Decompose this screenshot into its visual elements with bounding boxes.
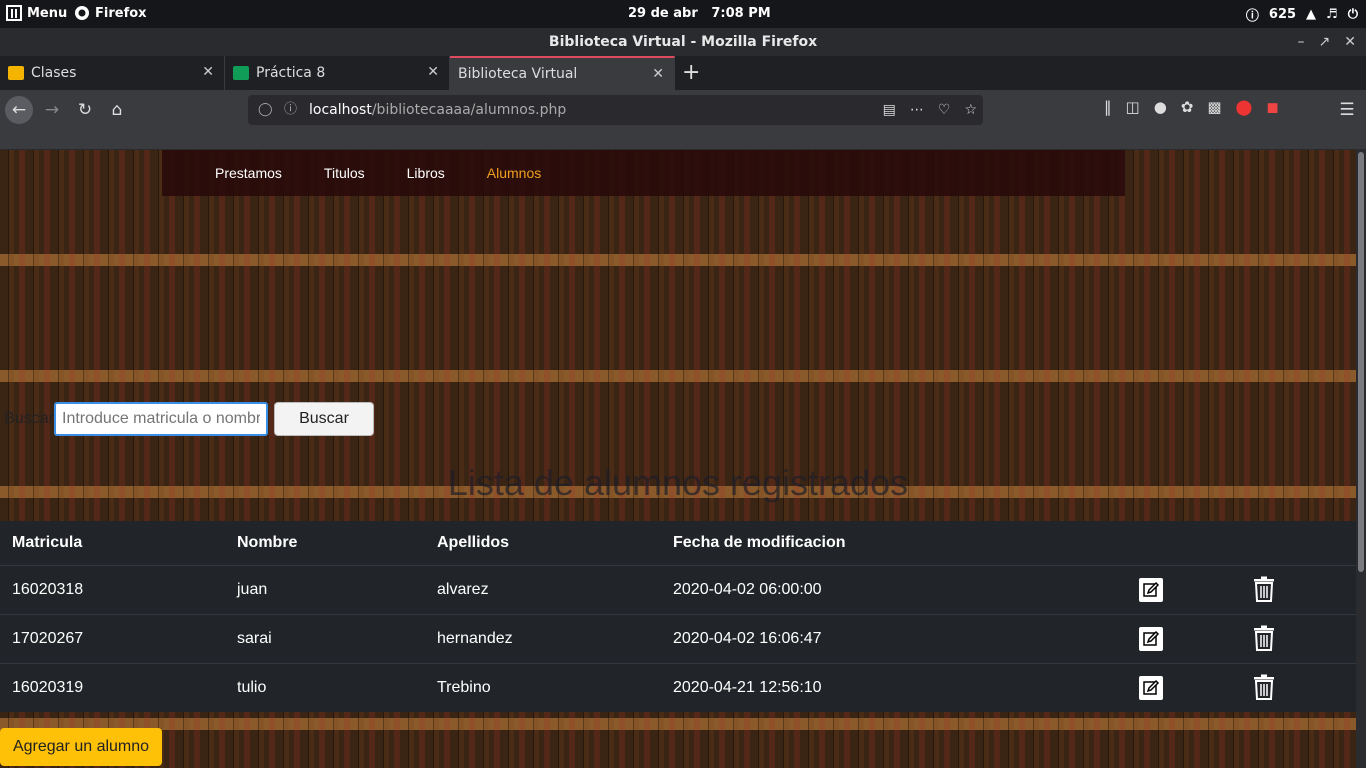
url-text[interactable]: localhost/bibliotecaaaa/alumnos.php — [309, 95, 566, 125]
shield-icon[interactable]: ◯ — [258, 95, 273, 125]
window-title: Biblioteca Virtual - Mozilla Firefox — [548, 34, 818, 50]
translate-icon[interactable]: ▩ — [1207, 98, 1221, 116]
url-host: localhost — [309, 102, 372, 118]
table-row: 16020318 juan alvarez 2020-04-02 06:00:0… — [0, 565, 1356, 614]
close-tab-icon[interactable]: ✕ — [427, 64, 439, 80]
cell-matricula: 17020267 — [12, 630, 84, 647]
new-tab-icon[interactable]: + — [682, 60, 700, 85]
tab-clases[interactable]: Clases ✕ — [0, 56, 225, 90]
extension-icon[interactable]: ✿ — [1181, 98, 1194, 116]
site-info-icon[interactable]: ⓘ — [284, 95, 297, 125]
classroom-icon — [233, 66, 249, 80]
reload-icon[interactable]: ↻ — [71, 96, 99, 124]
nav-alumnos[interactable]: Alumnos — [487, 165, 541, 181]
tab-label: Clases — [31, 65, 77, 81]
page-scrollbar[interactable] — [1356, 150, 1366, 768]
trash-icon[interactable] — [1252, 674, 1276, 700]
table-row: 16020319 tulio Trebino 2020-04-21 12:56:… — [0, 663, 1356, 712]
cell-matricula: 16020318 — [12, 581, 84, 598]
cell-nombre: sarai — [237, 630, 272, 647]
back-icon[interactable]: ← — [5, 96, 33, 124]
address-bar[interactable]: ◯ ⓘ localhost/bibliotecaaaa/alumnos.php … — [248, 95, 983, 125]
bookmark-star-icon[interactable]: ☆ — [964, 95, 977, 125]
tab-biblioteca-virtual[interactable]: Biblioteca Virtual ✕ — [450, 56, 675, 90]
search-label: Buscar — [4, 410, 54, 427]
header-apellidos: Apellidos — [437, 534, 510, 551]
minimize-icon[interactable]: – — [1298, 28, 1305, 56]
table-row: 17020267 sarai hernandez 2020-04-02 16:0… — [0, 614, 1356, 663]
reader-view-icon[interactable]: ▤ — [883, 95, 896, 125]
cell-nombre: tulio — [237, 679, 267, 696]
active-app-label: Firefox — [95, 5, 147, 21]
nav-libros[interactable]: Libros — [407, 165, 445, 181]
wifi-icon[interactable]: ▲ — [1306, 7, 1316, 22]
close-window-icon[interactable]: ✕ — [1344, 28, 1356, 56]
search-button[interactable]: Buscar — [274, 402, 374, 436]
cell-fecha: 2020-04-02 06:00:00 — [673, 581, 822, 598]
page-viewport: Prestamos Titulos Libros Alumnos Buscar … — [0, 150, 1356, 768]
system-menu-label: Menu — [27, 5, 68, 21]
close-tab-icon[interactable]: ✕ — [202, 64, 214, 80]
edit-icon[interactable] — [1139, 578, 1163, 602]
cell-fecha: 2020-04-21 12:56:10 — [673, 679, 822, 696]
cell-fecha: 2020-04-02 16:06:47 — [673, 630, 822, 647]
trash-icon[interactable] — [1252, 576, 1276, 602]
window-title-bar: Biblioteca Virtual - Mozilla Firefox – ↗… — [0, 28, 1366, 56]
system-clock[interactable]: 29 de abr 7:08 PM — [628, 6, 771, 21]
page-title: Lista de alumnos registrados — [447, 462, 909, 503]
tab-label: Práctica 8 — [256, 65, 326, 81]
edit-icon[interactable] — [1139, 627, 1163, 651]
pocket-icon[interactable]: ♡ — [938, 95, 951, 125]
nav-titulos[interactable]: Titulos — [324, 165, 365, 181]
forward-icon[interactable]: → — [38, 96, 66, 124]
header-nombre: Nombre — [237, 534, 298, 551]
tab-label: Biblioteca Virtual — [458, 66, 578, 82]
more-actions-icon[interactable]: ⋯ — [910, 95, 924, 125]
add-student-button[interactable]: Agregar un alumno — [0, 728, 162, 766]
cell-apellidos: alvarez — [437, 581, 489, 598]
trash-icon[interactable] — [1252, 625, 1276, 651]
volume-icon[interactable]: ♬ — [1326, 7, 1338, 22]
cell-apellidos: Trebino — [437, 679, 491, 696]
maximize-icon[interactable]: ↗ — [1319, 28, 1331, 56]
adblock-icon[interactable]: ⬤ — [1236, 98, 1253, 116]
system-top-bar: Menu Firefox 29 de abr 7:08 PM ⓘ 625 ▲ ♬… — [0, 0, 1366, 28]
tab-practica-8[interactable]: Práctica 8 ✕ — [225, 56, 450, 90]
extension-icon[interactable]: ● — [1154, 98, 1167, 116]
tab-strip: Clases ✕ Práctica 8 ✕ Biblioteca Virtual… — [0, 56, 1366, 90]
table-header: Matricula Nombre Apellidos Fecha de modi… — [0, 521, 1356, 565]
students-table: Matricula Nombre Apellidos Fecha de modi… — [0, 521, 1356, 712]
home-icon[interactable]: ⌂ — [103, 96, 131, 124]
url-path: /bibliotecaaaa/alumnos.php — [371, 102, 567, 118]
system-tray: ⓘ 625 ▲ ♬ ⏻ — [1246, 5, 1358, 24]
classroom-icon — [8, 66, 24, 80]
cell-apellidos: hernandez — [437, 630, 513, 647]
header-fecha: Fecha de modificacion — [673, 534, 846, 551]
sidebar-icon[interactable]: ◫ — [1126, 98, 1140, 116]
scrollbar-thumb[interactable] — [1358, 152, 1364, 572]
site-navbar: Prestamos Titulos Libros Alumnos — [162, 150, 1125, 196]
browser-toolbar: ← → ↻ ⌂ ◯ ⓘ localhost/bibliotecaaaa/alum… — [0, 90, 1366, 150]
notification-icon[interactable]: ⓘ — [1246, 5, 1259, 24]
active-app[interactable]: Firefox — [74, 5, 147, 21]
power-icon[interactable]: ⏻ — [1348, 7, 1358, 22]
cell-matricula: 16020319 — [12, 679, 84, 696]
hamburger-menu-icon[interactable]: ☰ — [1333, 96, 1361, 124]
edit-icon[interactable] — [1139, 676, 1163, 700]
system-menu-button[interactable]: Menu — [6, 5, 67, 21]
toolbar-extensions: ‖ ◫ ● ✿ ▩ ⬤ ◼ — [1104, 98, 1279, 116]
menu-icon — [6, 5, 22, 21]
notification-count: 625 — [1268, 7, 1297, 22]
header-matricula: Matricula — [12, 534, 83, 551]
screenshot-icon[interactable]: ◼ — [1266, 98, 1278, 116]
firefox-icon — [75, 6, 89, 20]
library-icon[interactable]: ‖ — [1104, 98, 1112, 116]
close-tab-icon[interactable]: ✕ — [652, 66, 664, 82]
nav-prestamos[interactable]: Prestamos — [215, 165, 282, 181]
search-input[interactable] — [54, 402, 268, 436]
cell-nombre: juan — [237, 581, 268, 598]
search-form: Buscar Buscar — [0, 402, 374, 436]
